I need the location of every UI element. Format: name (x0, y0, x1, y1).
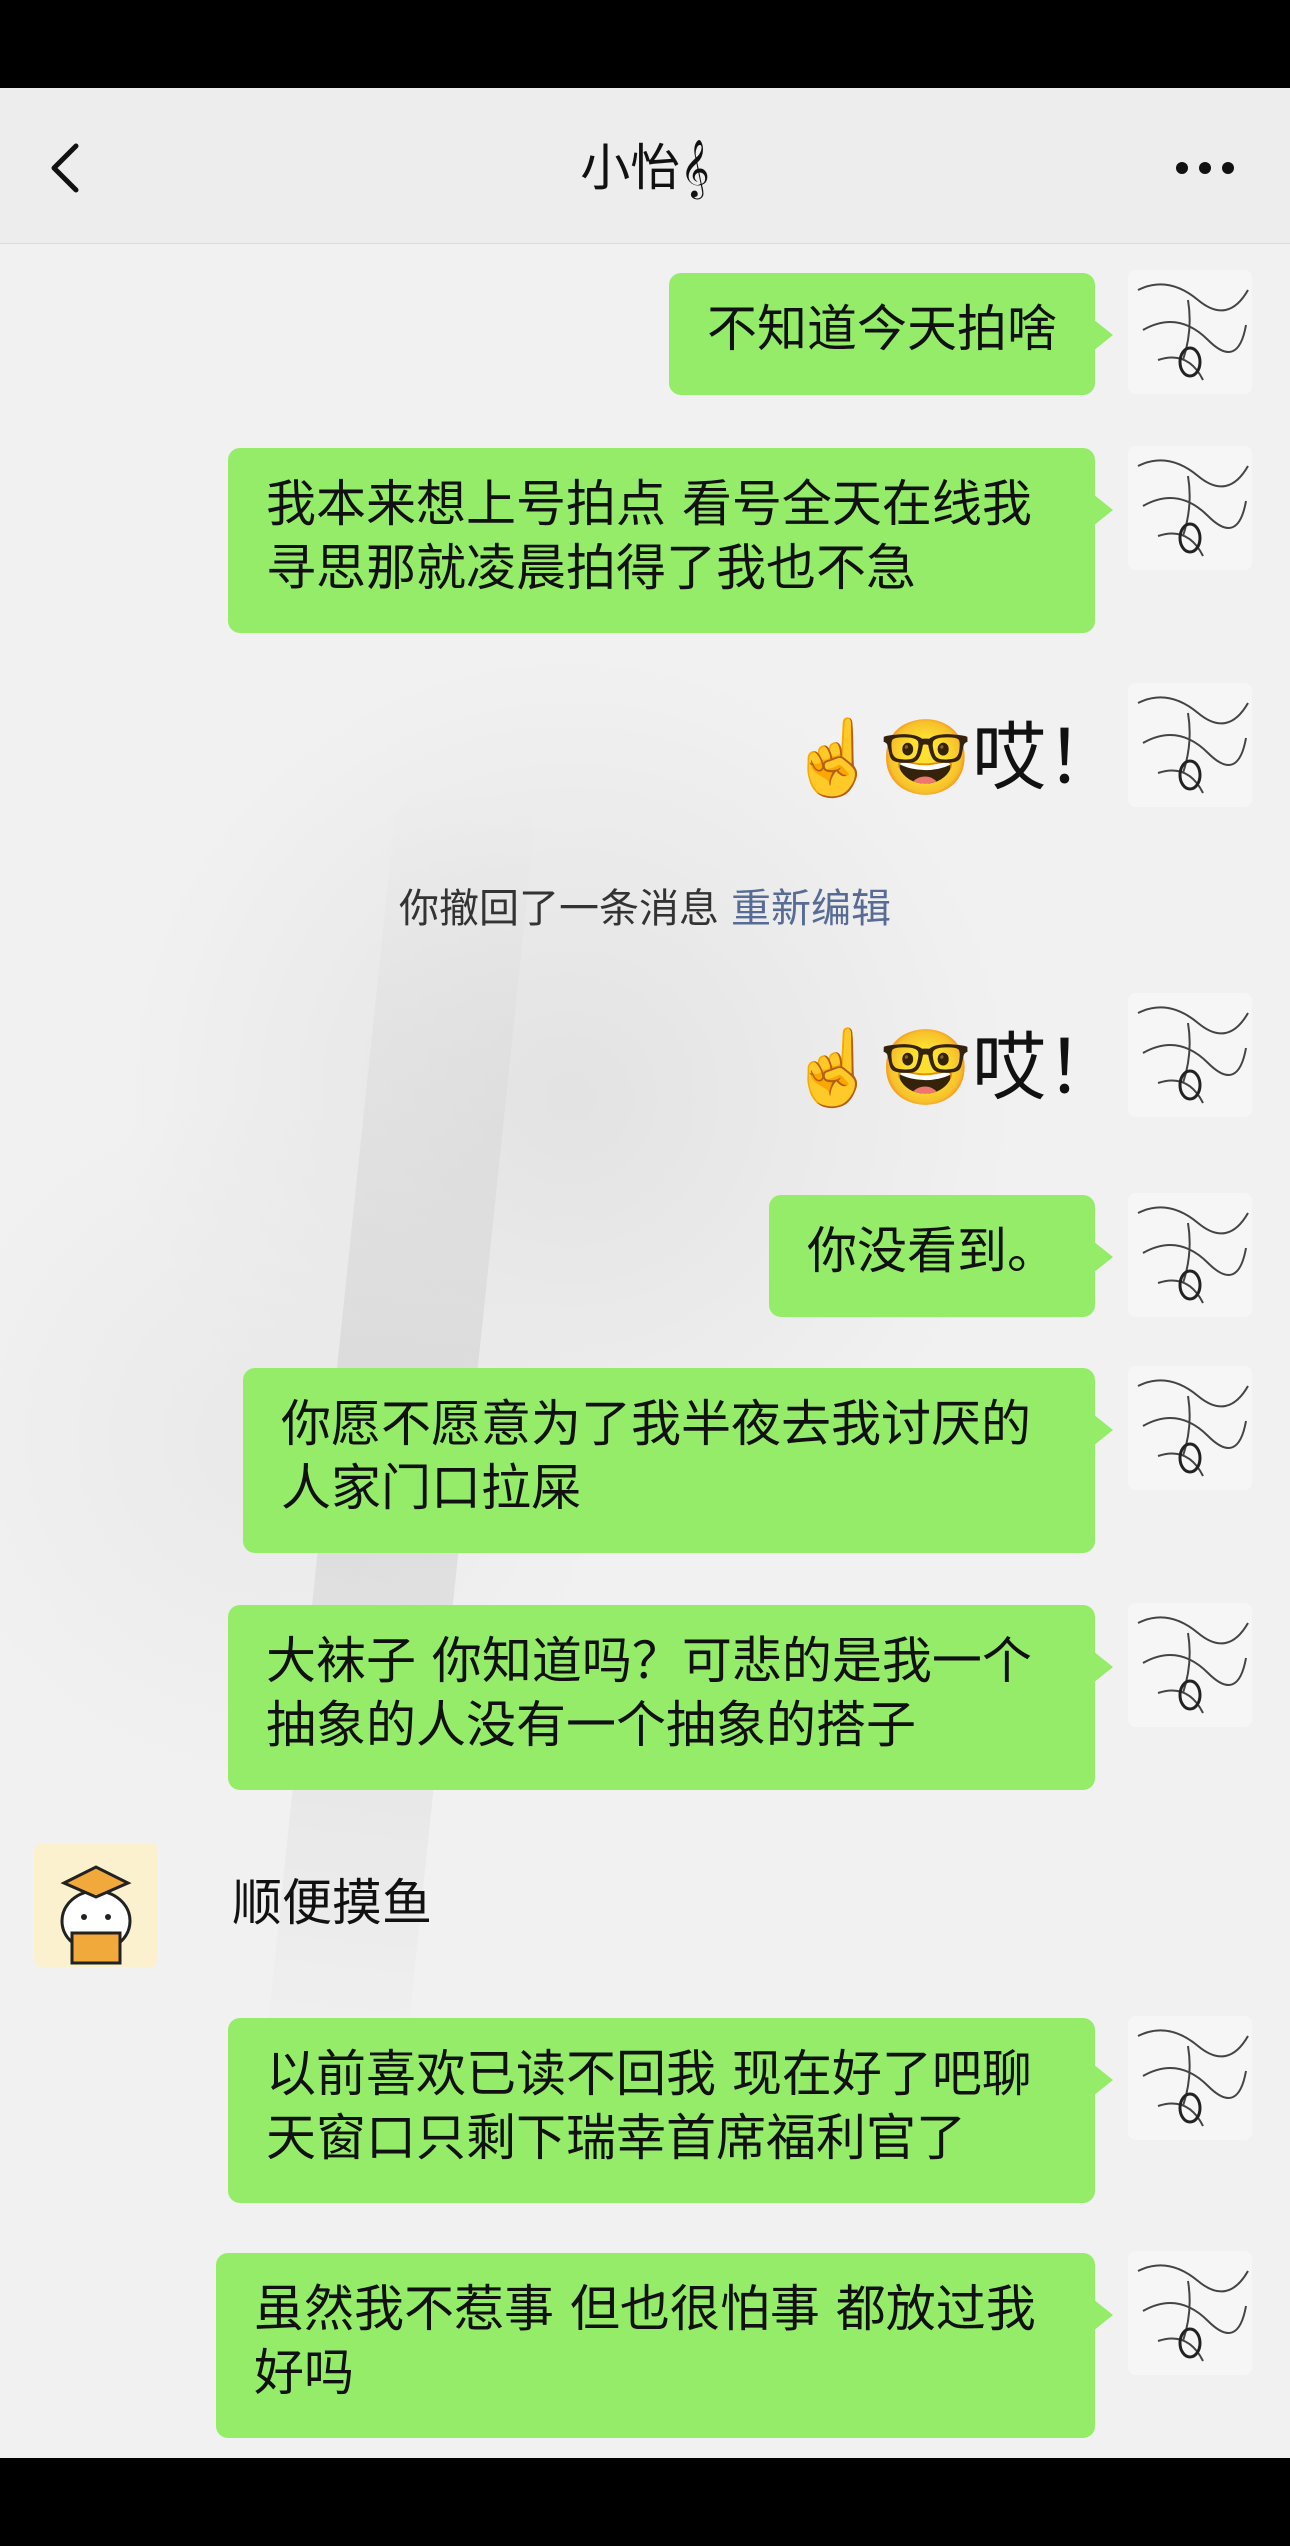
avatar[interactable] (1128, 2016, 1252, 2140)
avatar[interactable] (1128, 1603, 1252, 1727)
chat-screen: 小怡𝄞 不知道今天拍啥 我本来想上号拍点 看号全天在线我 寻思那就凌晨拍得了我也… (0, 88, 1290, 2458)
emoji-message[interactable]: ☝️🤓哎！ (788, 708, 1120, 808)
message-bubble[interactable]: 大袜子 你知道吗？可悲的是我一个 抽象的人没有一个抽象的搭子 (228, 1605, 1113, 1790)
reedit-link[interactable]: 重新编辑 (731, 886, 891, 932)
message-bubble[interactable]: 虽然我不惹事 但也很怕事 都放过我 好吗 (216, 2253, 1113, 2438)
avatar[interactable] (34, 1843, 158, 1967)
avatar[interactable] (1128, 683, 1252, 807)
avatar[interactable] (1128, 993, 1252, 1117)
message-bubble[interactable]: 你愿不愿意为了我半夜去我讨厌的 人家门口拉屎 (243, 1368, 1113, 1553)
message-bubble[interactable]: 我本来想上号拍点 看号全天在线我 寻思那就凌晨拍得了我也不急 (228, 448, 1113, 633)
more-dots-icon[interactable] (1170, 148, 1240, 188)
avatar[interactable] (1128, 2251, 1252, 2375)
chat-header: 小怡𝄞 (0, 88, 1290, 244)
message-bubble[interactable]: 以前喜欢已读不回我 现在好了吧聊 天窗口只剩下瑞幸首席福利官了 (228, 2018, 1113, 2203)
recall-notice: 你撤回了一条消息 重新编辑 (0, 876, 1290, 934)
avatar[interactable] (1128, 446, 1252, 570)
message-bubble[interactable]: 你没看到。 (769, 1195, 1113, 1317)
message-bubble[interactable]: 不知道今天拍啥 (669, 273, 1113, 395)
avatar[interactable] (1128, 1193, 1252, 1317)
recall-notice-text: 你撤回了一条消息 (399, 886, 719, 932)
avatar[interactable] (1128, 1366, 1252, 1490)
message-text[interactable]: 顺便摸鱼 (232, 1871, 432, 1935)
avatar[interactable] (1128, 270, 1252, 394)
page-title: 小怡𝄞 (580, 139, 710, 197)
emoji-message[interactable]: ☝️🤓哎！ (788, 1018, 1120, 1118)
